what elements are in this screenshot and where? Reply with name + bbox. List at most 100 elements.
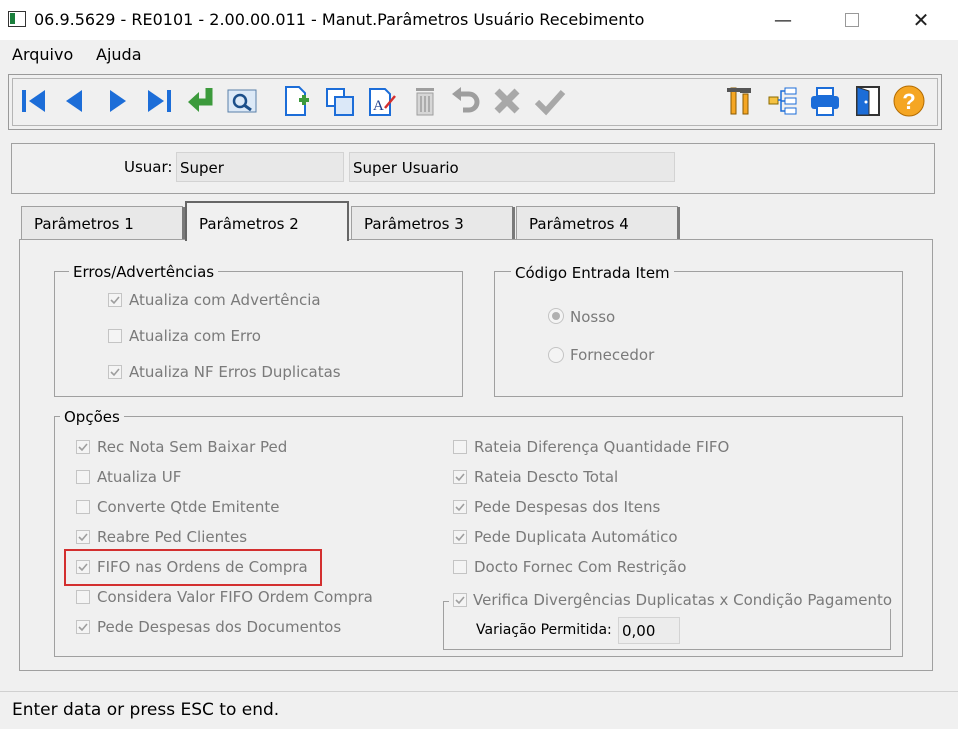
copy-icon [326, 88, 354, 116]
label-rateia-descto: Rateia Descto Total [474, 468, 619, 486]
label-pede-despesas-itens: Pede Despesas dos Itens [474, 498, 661, 516]
last-record-icon [148, 90, 171, 112]
checkbox-verifica-divergencias[interactable] [453, 593, 467, 607]
next-record-button[interactable] [101, 83, 135, 119]
checkmark-icon [455, 596, 465, 605]
user-code-field[interactable]: Super [176, 152, 344, 182]
goto-button[interactable] [183, 83, 217, 119]
checkbox-pede-despesas-itens[interactable] [453, 500, 467, 514]
search-icon [227, 89, 257, 113]
confirm-button[interactable] [533, 83, 567, 119]
undo-button[interactable] [449, 83, 483, 119]
svg-text:?: ? [902, 89, 915, 114]
checkbox-rateia-descto[interactable] [453, 470, 467, 484]
tab-parametros-4[interactable]: Parâmetros 4 [516, 206, 680, 240]
exit-button[interactable] [851, 83, 885, 119]
user-name-field: Super Usuario [349, 152, 675, 182]
search-button[interactable] [225, 83, 259, 119]
cancel-button[interactable] [490, 83, 524, 119]
checkbox-considera-valor-fifo[interactable] [76, 590, 90, 604]
delete-button[interactable] [408, 83, 442, 119]
checkbox-pede-duplicata[interactable] [453, 530, 467, 544]
variation-label: Variação Permitida: [476, 622, 612, 638]
app-icon [8, 11, 26, 27]
options-group-title: Opções [60, 408, 124, 426]
tab-parametros-1[interactable]: Parâmetros 1 [21, 206, 185, 240]
checkbox-atualiza-nf-erros[interactable] [108, 365, 122, 379]
code-group-title: Código Entrada Item [511, 264, 674, 282]
minimize-button[interactable]: — [760, 0, 806, 40]
verify-group-header: Verifica Divergências Duplicatas x Condi… [449, 591, 897, 609]
checkmark-icon [110, 296, 120, 305]
checkbox-docto-fornec[interactable] [453, 560, 467, 574]
user-label: Usuar: [124, 158, 173, 176]
label-pede-duplicata: Pede Duplicata Automático [474, 528, 678, 546]
cancel-icon [494, 88, 520, 114]
tools-icon [727, 87, 751, 115]
svg-text:A: A [373, 98, 384, 114]
checkmark-icon [455, 503, 465, 512]
label-reabre-ped: Reabre Ped Clientes [97, 528, 248, 546]
variation-field[interactable]: 0,00 [618, 617, 680, 644]
checkbox-converte-qtde[interactable] [76, 500, 90, 514]
print-icon [811, 87, 839, 116]
first-record-button[interactable] [17, 83, 51, 119]
undo-icon [452, 87, 480, 113]
prev-record-button[interactable] [57, 83, 91, 119]
checkbox-pede-despesas-documentos[interactable] [76, 620, 90, 634]
label-considera-valor-fifo: Considera Valor FIFO Ordem Compra [97, 588, 373, 606]
status-text: Enter data or press ESC to end. [12, 700, 280, 720]
label-rateia-diferenca: Rateia Diferença Quantidade FIFO [474, 438, 730, 456]
errors-group-title: Erros/Advertências [69, 263, 219, 281]
label-nosso: Nosso [570, 308, 616, 326]
label-converte-qtde: Converte Qtde Emitente [97, 498, 280, 516]
menu-arquivo[interactable]: Arquivo [12, 45, 73, 64]
label-fornecedor: Fornecedor [570, 346, 655, 364]
highlight-box [64, 549, 322, 586]
maximize-icon [845, 13, 859, 27]
tab-parametros-2[interactable]: Parâmetros 2 [185, 201, 349, 241]
maximize-button[interactable] [829, 0, 875, 40]
help-icon: ? [893, 85, 925, 117]
checkbox-atualiza-uf[interactable] [76, 470, 90, 484]
label-atualiza-nf-erros: Atualiza NF Erros Duplicatas [129, 363, 341, 381]
print-button[interactable] [808, 83, 842, 119]
new-button[interactable] [279, 83, 313, 119]
first-record-icon [22, 90, 45, 112]
label-atualiza-erro: Atualiza com Erro [129, 327, 261, 345]
label-atualiza-advertencia: Atualiza com Advertência [129, 291, 321, 309]
label-atualiza-uf: Atualiza UF [97, 468, 182, 486]
tools-button[interactable] [723, 83, 757, 119]
new-icon [285, 86, 309, 116]
delete-icon [416, 88, 434, 116]
copy-button[interactable] [323, 83, 357, 119]
checkbox-atualiza-erro[interactable] [108, 329, 122, 343]
checkbox-rec-nota[interactable] [76, 440, 90, 454]
window-title: 06.9.5629 - RE0101 - 2.00.00.011 - Manut… [34, 10, 645, 29]
next-record-icon [110, 90, 126, 112]
label-pede-despesas-documentos: Pede Despesas dos Documentos [97, 618, 342, 636]
checkmark-icon [78, 623, 88, 632]
radio-nosso[interactable] [548, 308, 564, 324]
radio-fornecedor[interactable] [548, 347, 564, 363]
checkmark-icon [78, 533, 88, 542]
tree-button[interactable] [766, 83, 800, 119]
label-rec-nota: Rec Nota Sem Baixar Ped [97, 438, 288, 456]
close-icon: ✕ [912, 8, 930, 32]
edit-button[interactable]: A [365, 83, 399, 119]
tree-icon [768, 87, 797, 115]
menu-bar [0, 40, 958, 68]
confirm-icon [534, 89, 566, 116]
tab-parametros-3[interactable]: Parâmetros 3 [351, 206, 515, 240]
exit-icon [856, 86, 880, 116]
checkbox-reabre-ped[interactable] [76, 530, 90, 544]
checkbox-rateia-diferenca[interactable] [453, 440, 467, 454]
help-button[interactable]: ? [892, 83, 926, 119]
menu-ajuda[interactable]: Ajuda [96, 45, 142, 64]
checkmark-icon [455, 473, 465, 482]
last-record-button[interactable] [142, 83, 176, 119]
label-verifica-divergencias: Verifica Divergências Duplicatas x Condi… [473, 591, 893, 609]
minimize-icon: — [774, 9, 792, 31]
checkbox-atualiza-advertencia[interactable] [108, 293, 122, 307]
close-button[interactable]: ✕ [898, 0, 944, 40]
